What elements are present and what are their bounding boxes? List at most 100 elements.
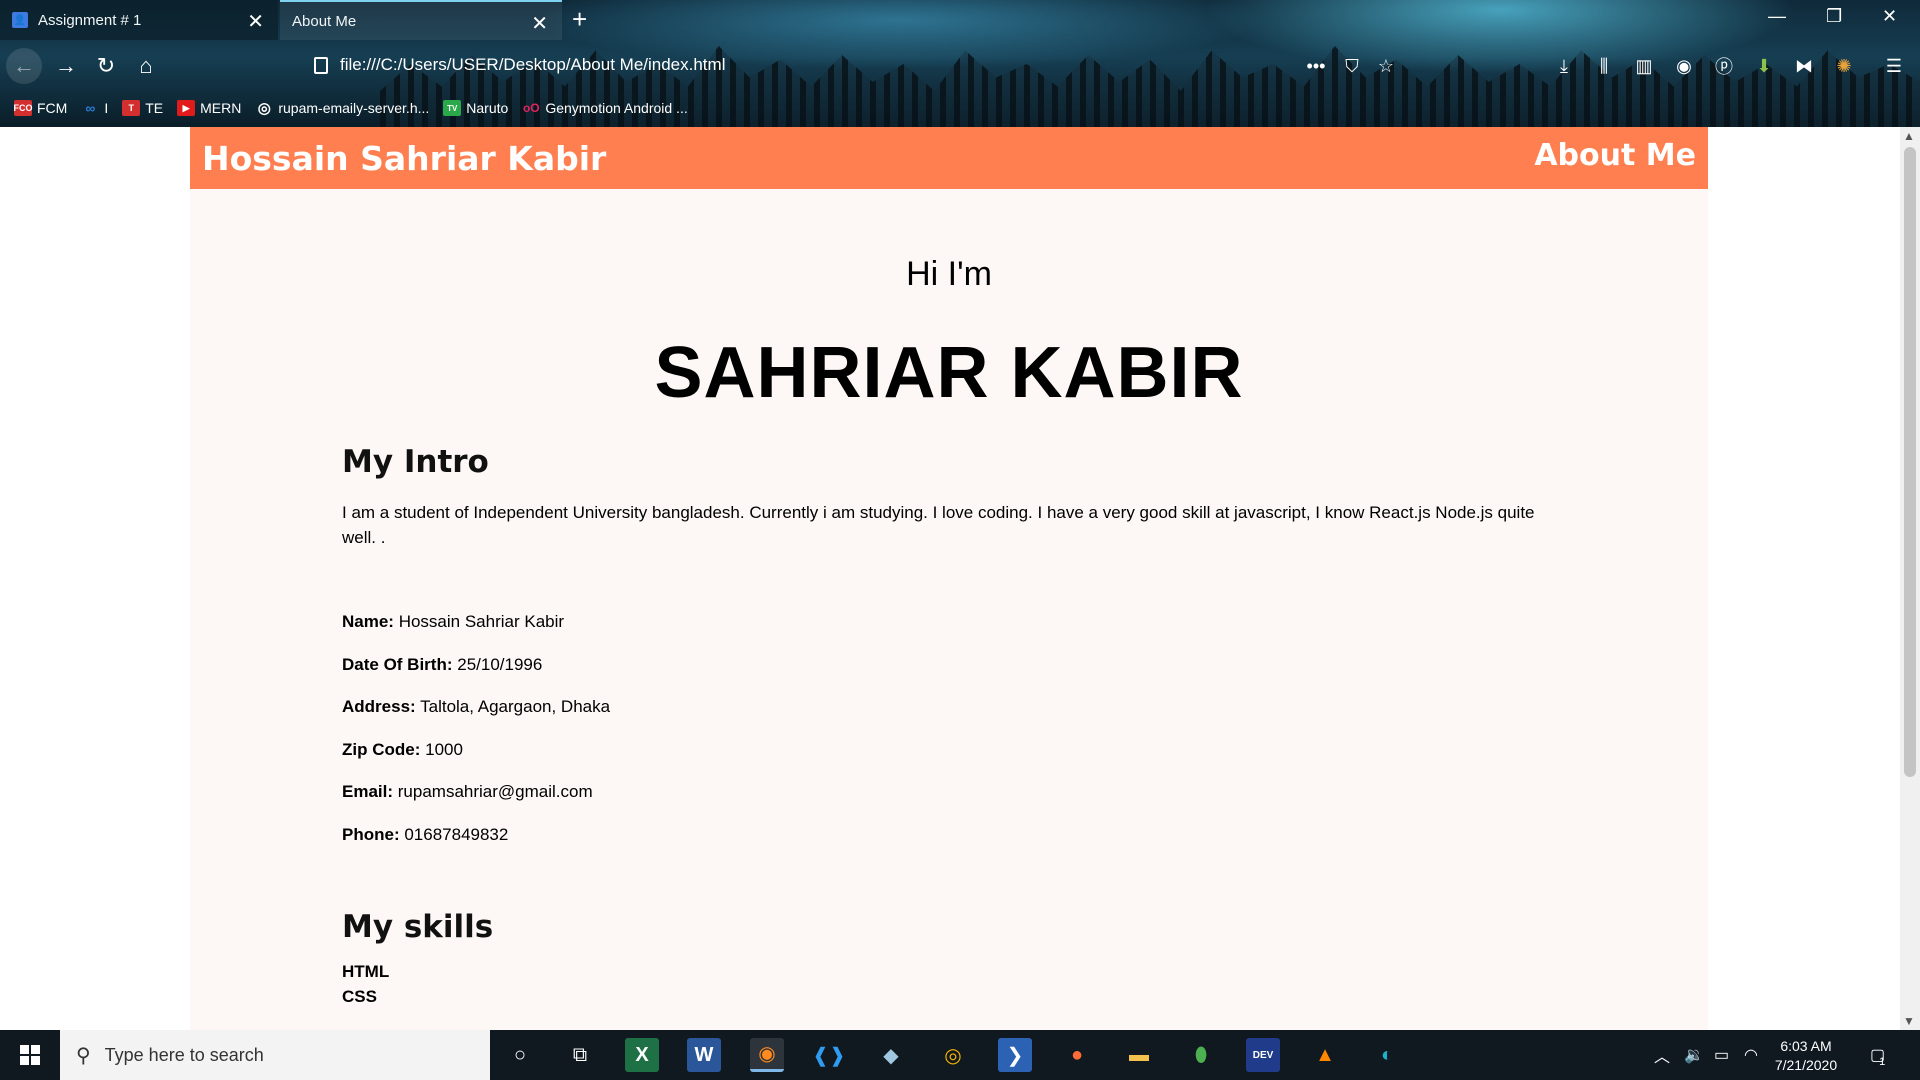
detail-value: Hossain Sahriar Kabir — [398, 612, 565, 631]
notification-icon[interactable]: ▢ 1 — [1870, 1030, 1885, 1080]
intro-heading: My Intro — [342, 444, 489, 480]
fcm-icon: FCO — [14, 100, 33, 116]
youtube-icon: ▶ — [177, 100, 196, 116]
restore-icon[interactable]: ❐ — [1826, 6, 1842, 27]
bookmark-star-icon[interactable]: ☆ — [1372, 52, 1400, 80]
volume-icon[interactable]: 🔉 — [1684, 1030, 1704, 1080]
devc-icon[interactable]: DEV — [1246, 1038, 1280, 1072]
taskbar-search[interactable]: ⚲ Type here to search — [60, 1030, 490, 1080]
library-icon[interactable]: ⫼ — [1590, 52, 1618, 80]
extension-download-icon[interactable]: ⬇ — [1750, 52, 1778, 80]
tv-icon: TV — [443, 100, 462, 116]
detail-label: Date Of Birth: — [342, 654, 453, 674]
clock-time: 6:03 AM — [1780, 1038, 1832, 1054]
bookmark-te[interactable]: T TE — [122, 100, 163, 116]
detail-name: Name: Hossain Sahriar Kabir — [342, 612, 1548, 655]
tab-label: About Me — [292, 12, 357, 30]
word-icon[interactable]: W — [687, 1038, 721, 1072]
extension-media-icon[interactable]: ⧓ — [1790, 52, 1818, 80]
new-tab-button[interactable]: + — [572, 4, 587, 35]
site-container: Hossain Sahriar Kabir About Me Hi I'm SA… — [190, 127, 1708, 1030]
vertical-scrollbar[interactable]: ▲ ▼ — [1900, 127, 1920, 1030]
more-actions-icon[interactable]: ••• — [1302, 52, 1330, 80]
vlc-icon[interactable]: ▲ — [1308, 1038, 1342, 1072]
details-list: Name: Hossain Sahriar Kabir Date Of Birt… — [342, 612, 1548, 867]
bookmark-naruto[interactable]: TV Naruto — [443, 100, 508, 116]
download-icon[interactable]: ⤓ — [1550, 52, 1578, 80]
start-button[interactable] — [0, 1030, 60, 1080]
postman-icon[interactable]: ● — [1060, 1038, 1094, 1072]
reload-button[interactable]: ↻ — [88, 48, 124, 84]
account-icon[interactable]: ◉ — [1670, 52, 1698, 80]
excel-icon[interactable]: X — [625, 1038, 659, 1072]
tab-label: Assignment # 1 — [38, 11, 142, 29]
detail-email: Email: rupamsahriar@gmail.com — [342, 782, 1548, 825]
detail-label: Name: — [342, 612, 394, 631]
bookmark-fcm[interactable]: FCO FCM — [14, 100, 67, 116]
detail-value: 25/10/1996 — [457, 654, 543, 674]
notification-count: 1 — [1879, 1056, 1886, 1068]
clock[interactable]: 6:03 AM 7/21/2020 — [1766, 1037, 1846, 1075]
classroom-icon: 👤 — [12, 12, 28, 28]
search-icon: ⚲ — [76, 1044, 91, 1067]
detail-value: 1000 — [425, 739, 463, 759]
back-button[interactable]: ← — [6, 48, 42, 84]
vscode-icon[interactable]: ❰❱ — [812, 1038, 846, 1072]
menu-icon[interactable]: ☰ — [1880, 52, 1908, 80]
globe-icon: ◎ — [257, 100, 271, 117]
minimize-icon[interactable]: — — [1768, 6, 1786, 27]
page-viewport: Hossain Sahriar Kabir About Me Hi I'm SA… — [0, 127, 1900, 1030]
search-placeholder: Type here to search — [104, 1044, 264, 1065]
skills-heading: My skills — [342, 909, 494, 945]
detail-label: Email: — [342, 782, 394, 801]
home-button[interactable]: ⌂ — [128, 48, 164, 84]
greeting: Hi I'm — [906, 255, 992, 293]
chrome-icon[interactable]: ◎ — [936, 1038, 970, 1072]
tab-assignment[interactable]: 👤 Assignment # 1 ✕ — [0, 0, 278, 40]
bookmarks-bar: FCO FCM ∞ I T TE ▶ MERN ◎ rupam-emaily-s… — [14, 96, 688, 120]
intro-text: I am a student of Independent University… — [342, 503, 1535, 547]
address-bar[interactable]: file:///C:/Users/USER/Desktop/About Me/i… — [314, 55, 725, 75]
bookmark-emaily[interactable]: ◎ rupam-emaily-server.h... — [255, 100, 429, 117]
file-explorer-alt-icon[interactable]: ◆ — [874, 1038, 908, 1072]
bookmark-genymotion[interactable]: oO Genymotion Android ... — [522, 100, 688, 116]
bookmark-i[interactable]: ∞ I — [81, 100, 108, 116]
scroll-down-icon[interactable]: ▼ — [1903, 1014, 1915, 1028]
scrollbar-thumb[interactable] — [1904, 147, 1916, 777]
task-view-icon[interactable]: ⧉ — [563, 1038, 597, 1072]
tab-about-me[interactable]: About Me ✕ — [280, 0, 562, 40]
sidebar-icon[interactable]: ▥ — [1630, 52, 1658, 80]
bookmark-mern[interactable]: ▶ MERN — [177, 100, 241, 116]
forward-button[interactable]: → — [48, 48, 84, 84]
bookmark-label: FCM — [37, 100, 68, 116]
cortana-icon[interactable]: ○ — [503, 1038, 537, 1072]
show-hidden-icons[interactable]: ︿ — [1654, 1030, 1670, 1080]
close-tab-icon[interactable]: ✕ — [247, 9, 264, 34]
color-picker-icon[interactable]: ✺ — [1830, 52, 1858, 80]
close-tab-icon[interactable]: ✕ — [531, 11, 548, 36]
wifi-icon[interactable]: ◠ — [1744, 1030, 1758, 1080]
scroll-up-icon[interactable]: ▲ — [1903, 129, 1915, 143]
bookmark-label: MERN — [200, 100, 242, 116]
infinity-icon: ∞ — [85, 100, 96, 116]
skills-list: HTML CSS — [342, 959, 1548, 1009]
mongodb-icon[interactable]: ⬮ — [1184, 1038, 1218, 1072]
bookmark-label: I — [104, 100, 109, 116]
powershell-icon[interactable]: ❯ — [998, 1038, 1032, 1072]
detail-zip: Zip Code: 1000 — [342, 740, 1548, 783]
close-window-icon[interactable]: ✕ — [1882, 6, 1897, 27]
battery-icon[interactable]: ▭ — [1714, 1030, 1729, 1080]
detail-phone: Phone: 01687849832 — [342, 825, 1548, 868]
pocket-icon[interactable]: ⛉ — [1338, 52, 1366, 80]
firefox-icon[interactable]: ◉ — [750, 1038, 784, 1072]
detail-dob: Date Of Birth: 25/10/1996 — [342, 655, 1548, 698]
site-header: Hossain Sahriar Kabir About Me — [190, 127, 1708, 189]
url-text: file:///C:/Users/USER/Desktop/About Me/i… — [340, 55, 726, 74]
nav-link-about-me[interactable]: About Me — [1534, 138, 1696, 173]
content: My Intro I am a student of Independent U… — [190, 444, 1708, 1009]
folder-icon[interactable]: ▬ — [1122, 1038, 1156, 1072]
navigation-bar: ← → ↻ ⌂ file:///C:/Users/USER/Desktop/Ab… — [0, 48, 1920, 84]
site-brand[interactable]: Hossain Sahriar Kabir — [202, 139, 606, 178]
pinterest-icon[interactable]: ⓟ — [1710, 52, 1738, 80]
edge-icon[interactable]: ◐ — [1370, 1038, 1404, 1072]
